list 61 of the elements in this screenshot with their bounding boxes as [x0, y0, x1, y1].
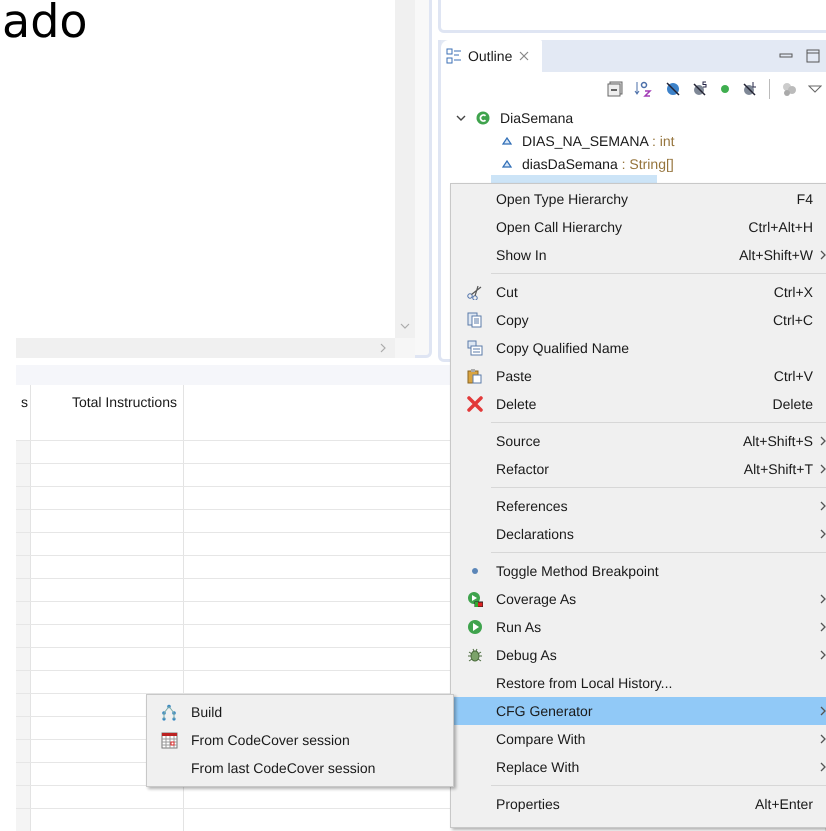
- triangle-icon: [502, 158, 512, 168]
- menu-item[interactable]: Paste Ctrl+V: [451, 362, 826, 390]
- scrollbar-corner: [395, 338, 415, 358]
- menu-item[interactable]: Debug As: [451, 641, 826, 669]
- tree-label: DiaSemana: [500, 110, 574, 126]
- menu-item[interactable]: Copy Qualified Name: [451, 334, 826, 362]
- vertical-scrollbar[interactable]: [395, 0, 415, 338]
- menu-item[interactable]: Run As: [451, 613, 826, 641]
- column-header[interactable]: s: [16, 385, 31, 440]
- menu-item[interactable]: Delete Delete: [451, 390, 826, 418]
- menu-item[interactable]: Replace With: [451, 753, 826, 781]
- close-icon[interactable]: [518, 50, 530, 62]
- hide-static-icon[interactable]: [692, 81, 708, 97]
- menu-item[interactable]: Build: [147, 698, 453, 726]
- column-header[interactable]: Total Instructions: [31, 385, 184, 440]
- outline-tab[interactable]: Outline: [441, 40, 542, 72]
- tree-label: DIAS_NA_SEMANA : int: [522, 132, 675, 148]
- outline-icon: [446, 48, 462, 64]
- menu-item[interactable]: From CodeCover session: [147, 726, 453, 754]
- menu-item[interactable]: Compare With: [451, 725, 826, 753]
- menu-item[interactable]: Refactor Alt+Shift+T: [451, 455, 826, 483]
- class-icon: [476, 110, 490, 124]
- menu-item[interactable]: CFG Generator: [451, 697, 826, 725]
- tree-row[interactable]: DIAS_NA_SEMANA : int: [441, 129, 681, 152]
- menu-item[interactable]: Copy Ctrl+C: [451, 306, 826, 334]
- tree-label: diasDaSemana : String[]: [522, 156, 674, 172]
- scissors-icon: [467, 284, 483, 300]
- menu-item[interactable]: From last CodeCover session: [147, 754, 453, 782]
- run-icon: [467, 619, 483, 635]
- menu-item[interactable]: Open Call Hierarchy Ctrl+Alt+H: [451, 213, 826, 241]
- menu-item[interactable]: Show In Alt+Shift+W: [451, 241, 826, 269]
- coverage-icon: [467, 591, 483, 607]
- calendar-icon: [160, 732, 178, 748]
- collapse-all-icon[interactable]: [607, 81, 623, 97]
- bug-icon: [467, 647, 483, 663]
- chevron-down-icon[interactable]: [456, 112, 466, 122]
- hide-local-types-icon[interactable]: [742, 81, 758, 97]
- paste-icon: [467, 368, 483, 384]
- view-menu-icon[interactable]: [808, 84, 822, 94]
- hide-fields-icon[interactable]: [665, 81, 681, 97]
- menu-item[interactable]: Source Alt+Shift+S: [451, 427, 826, 455]
- copy-icon: [467, 312, 483, 328]
- sort-icon[interactable]: [634, 80, 654, 98]
- menu-item[interactable]: Restore from Local History...: [451, 669, 826, 697]
- menu-item[interactable]: Declarations: [451, 520, 826, 548]
- menu-item[interactable]: References: [451, 492, 826, 520]
- menu-item[interactable]: Coverage As: [451, 585, 826, 613]
- tree-row[interactable]: DiaSemana: [441, 106, 580, 129]
- menu-item[interactable]: Open Type Hierarchy F4: [451, 185, 826, 213]
- graph-icon: [160, 704, 178, 720]
- maximize-icon[interactable]: [806, 49, 820, 63]
- menu-item[interactable]: Cut Ctrl+X: [451, 278, 826, 306]
- tree-row[interactable]: diasDaSemana : String[]: [441, 152, 680, 175]
- menu-item[interactable]: Toggle Method Breakpoint: [451, 557, 826, 585]
- copy-qualified-name-icon: [467, 340, 483, 356]
- horizontal-scrollbar[interactable]: [16, 338, 395, 358]
- slide-title: ado: [2, 0, 89, 48]
- dot-icon[interactable]: [719, 83, 731, 95]
- delete-icon: [467, 396, 483, 412]
- triangle-icon: [502, 136, 512, 146]
- menu-item[interactable]: Properties Alt+Enter: [451, 790, 826, 818]
